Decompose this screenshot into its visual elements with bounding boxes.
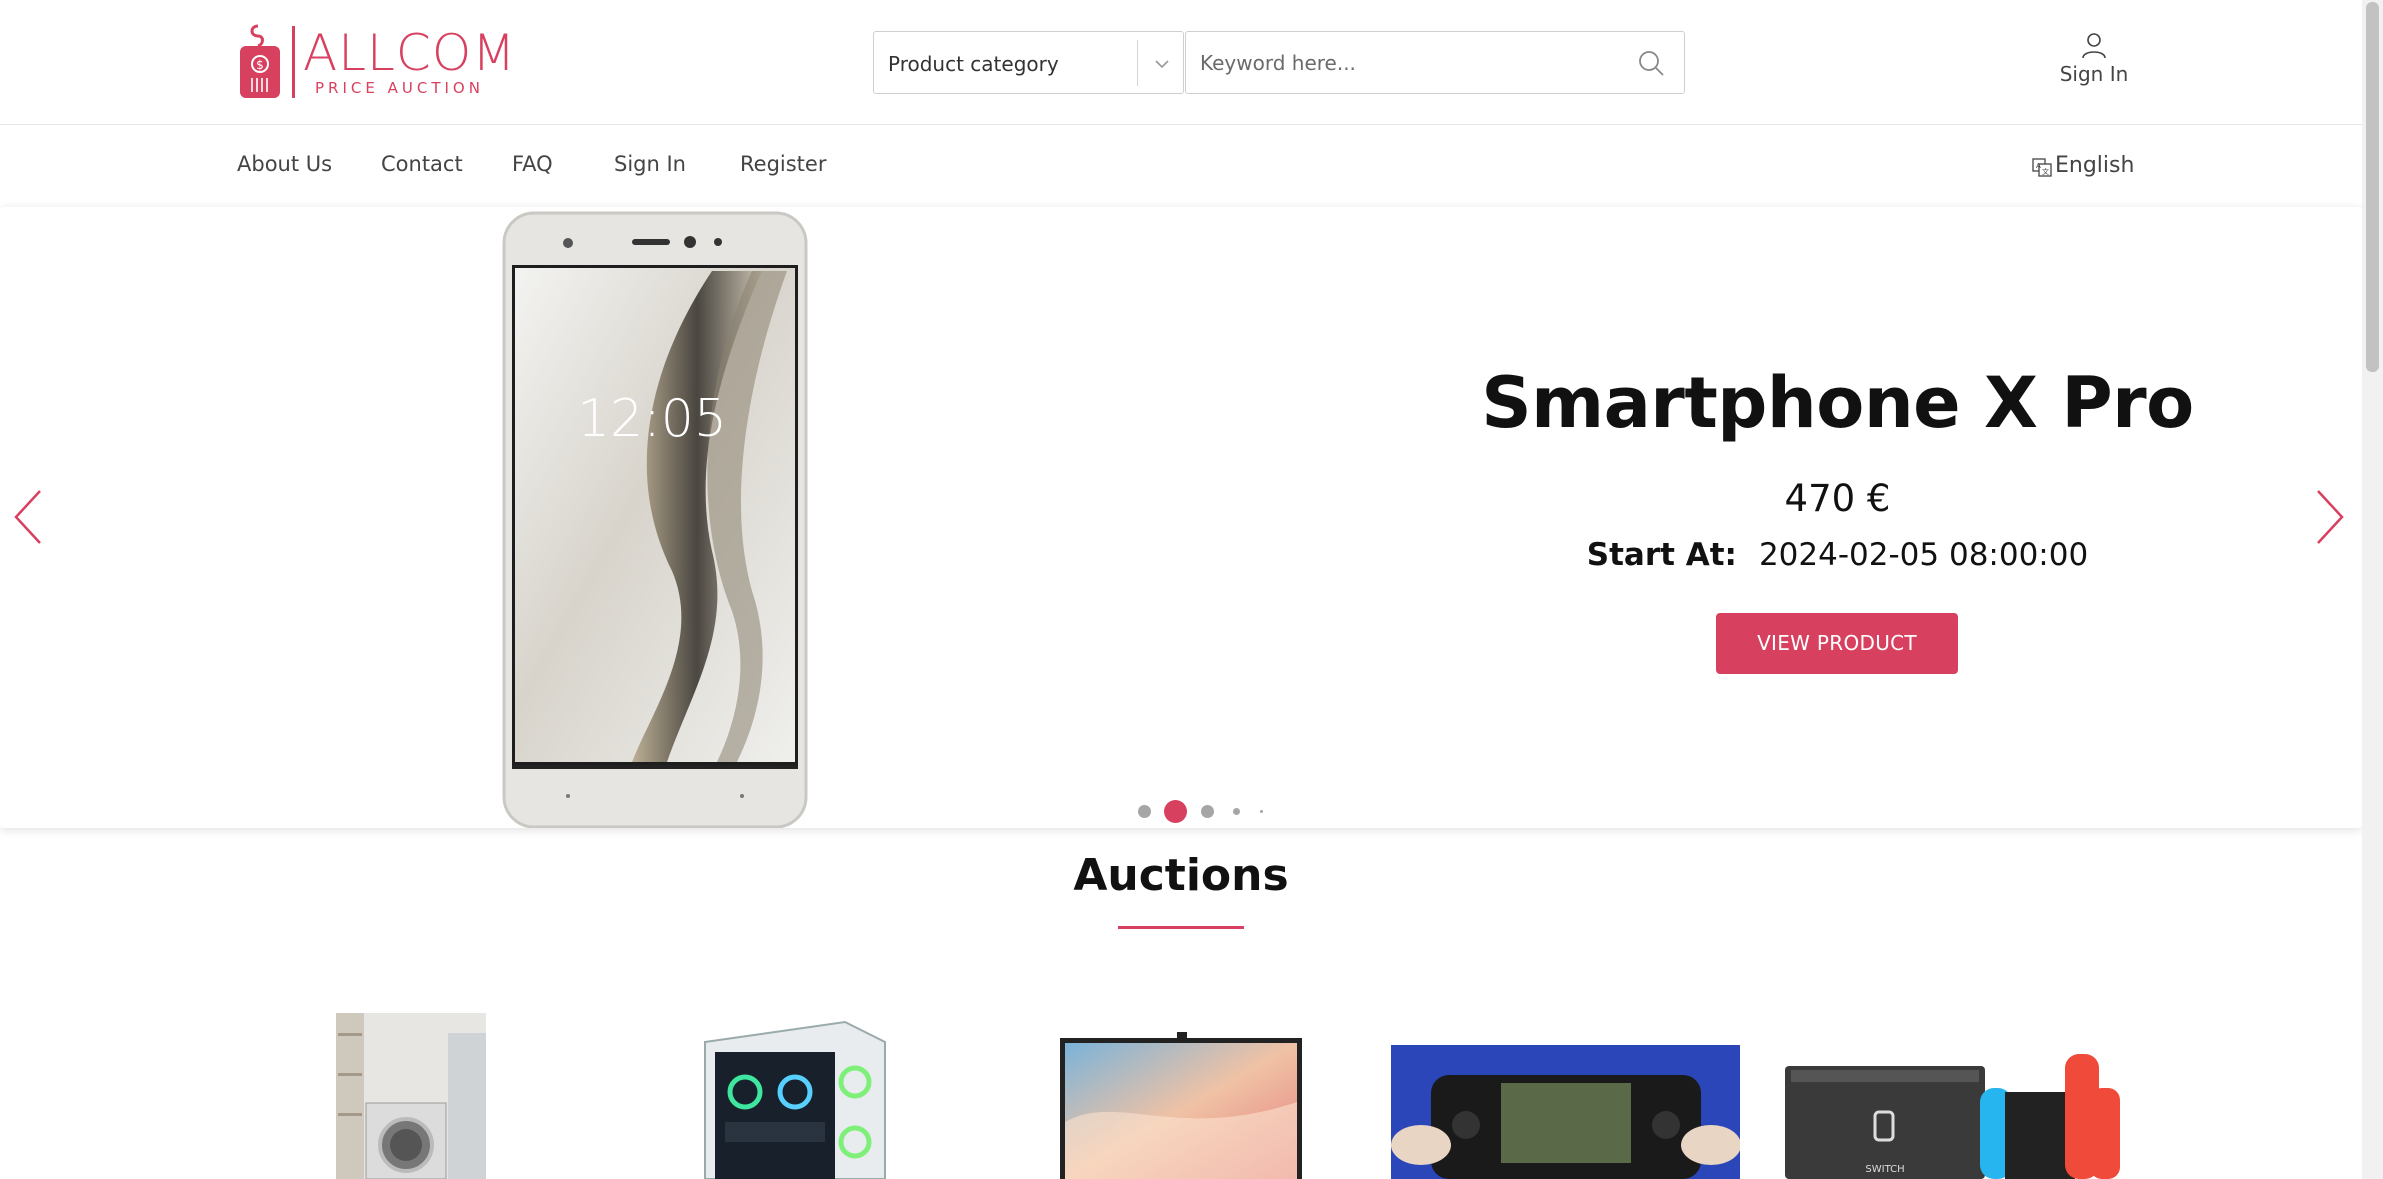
header-sign-in[interactable]: Sign In (2052, 30, 2136, 94)
language-selector[interactable]: A 文 English (2031, 152, 2134, 178)
search-input[interactable] (1186, 32, 1626, 93)
slider-dot-1[interactable] (1138, 805, 1151, 818)
site-logo[interactable]: $ ALLCOM PRICE AUCTION (238, 24, 516, 100)
category-select-label: Product category (888, 52, 1059, 76)
product-washing-machine-image[interactable] (336, 1013, 486, 1179)
language-label: English (2055, 152, 2135, 178)
chevron-down-icon (1155, 60, 1169, 69)
nav-contact[interactable]: Contact (381, 152, 463, 176)
product-category-select[interactable]: Product category (873, 31, 1184, 94)
start-at-value: 2024-02-05 08:00:00 (1758, 537, 2089, 573)
search-icon[interactable] (1636, 48, 1666, 78)
heading-underline (1118, 926, 1244, 929)
price-tag-icon: $ (240, 24, 280, 98)
user-icon (2082, 33, 2106, 59)
svg-text:SWITCH: SWITCH (1865, 1164, 1904, 1175)
hero-start-time: Start At: 2024-02-05 08:00:00 (1460, 537, 2215, 573)
search-box (1185, 31, 1685, 94)
header-sign-in-label: Sign In (2059, 62, 2129, 86)
scrollbar-thumb[interactable] (2366, 2, 2379, 372)
product-monitor-image[interactable] (1058, 1032, 1304, 1179)
svg-text:12:05: 12:05 (577, 389, 727, 449)
slider-dot-4[interactable] (1233, 808, 1240, 815)
smartphone-image: 12:05 (502, 211, 808, 828)
translate-icon: A 文 (2032, 158, 2052, 177)
svg-text:文: 文 (2042, 167, 2049, 176)
product-gaming-pc-image[interactable] (695, 1012, 890, 1179)
nav-register[interactable]: Register (740, 152, 826, 176)
auctions-heading: Auctions (1073, 850, 1289, 901)
view-product-button[interactable]: VIEW PRODUCT (1716, 613, 1958, 674)
slider-dot-5[interactable] (1260, 810, 1263, 813)
hero-product-title: Smartphone X Pro (1481, 362, 2194, 444)
product-handheld-console-image[interactable] (1391, 1045, 1740, 1179)
slider-dot-2-active[interactable] (1164, 800, 1187, 823)
start-at-label: Start At: (1586, 537, 1737, 573)
select-divider (1137, 40, 1138, 86)
main-nav: About Us Contact FAQ Sign In Register A … (0, 126, 2362, 206)
slider-dot-3[interactable] (1201, 805, 1214, 818)
logo-subtitle: PRICE AUCTION (315, 79, 484, 97)
nav-sign-in[interactable]: Sign In (614, 152, 686, 176)
product-nintendo-switch-image[interactable]: SWITCH (1785, 1052, 2120, 1179)
site-header: $ ALLCOM PRICE AUCTION Product category … (0, 0, 2362, 125)
page-scrollbar[interactable] (2362, 0, 2383, 1179)
logo-name: ALLCOM (303, 24, 517, 82)
nav-about-us[interactable]: About Us (237, 152, 332, 176)
hero-slider: 12:05 Smartphone X Pro 470 € Start At: 20… (0, 207, 2362, 828)
svg-text:A: A (2036, 162, 2041, 170)
svg-text:$: $ (256, 58, 264, 72)
logo-divider (292, 26, 295, 98)
hero-product-price: 470 € (1784, 477, 1891, 520)
nav-faq[interactable]: FAQ (512, 152, 553, 176)
chevron-right-icon[interactable] (2312, 487, 2348, 547)
chevron-left-icon[interactable] (10, 487, 46, 547)
